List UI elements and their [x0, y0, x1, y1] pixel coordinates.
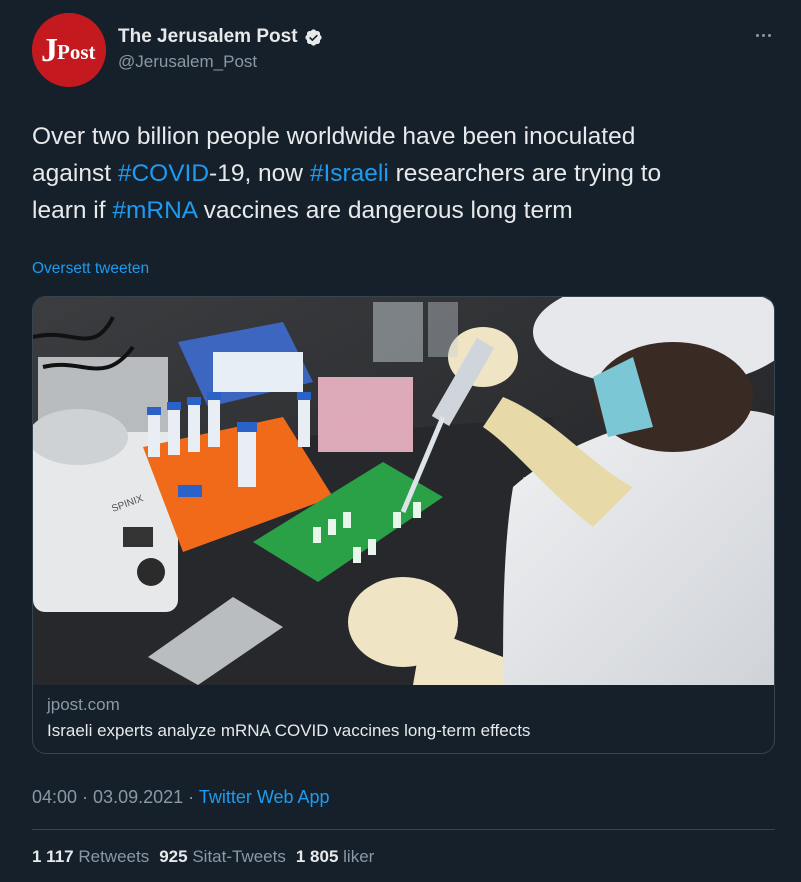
- divider: [32, 829, 775, 830]
- retweets-label: Retweets: [78, 847, 150, 866]
- more-horizontal-icon[interactable]: [748, 24, 778, 46]
- tweet-text-line: learn if #mRNA vaccines are dangerous lo…: [32, 192, 772, 229]
- tweet-text-line: against #COVID-19, now #Israeli research…: [32, 155, 772, 192]
- tweet-text-line: Over two billion people worldwide have b…: [32, 118, 772, 155]
- likes-stat[interactable]: 1 805 liker: [296, 847, 374, 867]
- quote-tweets-label: Sitat-Tweets: [192, 847, 286, 866]
- tweet: J Post The Jerusalem Post @Jerusalem_Pos…: [0, 0, 801, 882]
- retweets-stat[interactable]: 1 117 Retweets: [32, 847, 149, 867]
- quote-tweets-stat[interactable]: 925 Sitat-Tweets: [159, 847, 286, 867]
- source-link[interactable]: Twitter Web App: [199, 787, 330, 807]
- card-image[interactable]: SPINIX: [33, 297, 774, 685]
- verified-badge-icon: [304, 28, 323, 47]
- tweet-meta: 04:00 · 03.09.2021 · Twitter Web App: [32, 787, 330, 808]
- likes-count: 1 805: [295, 847, 339, 866]
- likes-label: liker: [343, 847, 375, 866]
- hashtag-link[interactable]: #COVID: [118, 160, 209, 187]
- author-name[interactable]: The Jerusalem Post: [118, 26, 323, 48]
- tweet-text-segment: vaccines are dangerous long term: [196, 197, 573, 224]
- tweet-text-segment: learn if: [32, 197, 113, 224]
- hashtag-link[interactable]: #mRNA: [112, 197, 196, 224]
- tweet-text-segment: Over two billion people worldwide have b…: [32, 123, 636, 150]
- card-title[interactable]: Israeli experts analyze mRNA COVID vacci…: [47, 721, 530, 741]
- meta-separator: ·: [183, 787, 199, 807]
- translate-link[interactable]: Oversett tweeten: [32, 260, 149, 278]
- tweet-text: Over two billion people worldwide have b…: [32, 118, 772, 229]
- svg-text:J: J: [41, 32, 58, 69]
- author-handle[interactable]: @Jerusalem_Post: [118, 52, 257, 72]
- hashtag-link[interactable]: #Israeli: [310, 160, 389, 187]
- tweet-text-segment: -19, now: [209, 160, 310, 187]
- tweet-time[interactable]: 04:00: [32, 787, 77, 807]
- author-name-text[interactable]: The Jerusalem Post: [118, 26, 298, 48]
- svg-text:Post: Post: [57, 40, 96, 64]
- tweet-text-segment: against: [32, 160, 118, 187]
- link-card[interactable]: SPINIX jpost.com Israeli experts analyze…: [32, 296, 775, 754]
- retweets-count: 1 117: [32, 847, 74, 866]
- avatar[interactable]: J Post: [32, 13, 106, 87]
- tweet-stats: 1 117 Retweets 925 Sitat-Tweets 1 805 li…: [32, 847, 374, 867]
- card-domain[interactable]: jpost.com: [47, 695, 120, 715]
- tweet-text-segment: researchers are trying to: [388, 160, 662, 187]
- meta-separator: ·: [77, 787, 94, 807]
- tweet-date[interactable]: 03.09.2021: [93, 787, 183, 807]
- quote-tweets-count: 925: [159, 847, 188, 866]
